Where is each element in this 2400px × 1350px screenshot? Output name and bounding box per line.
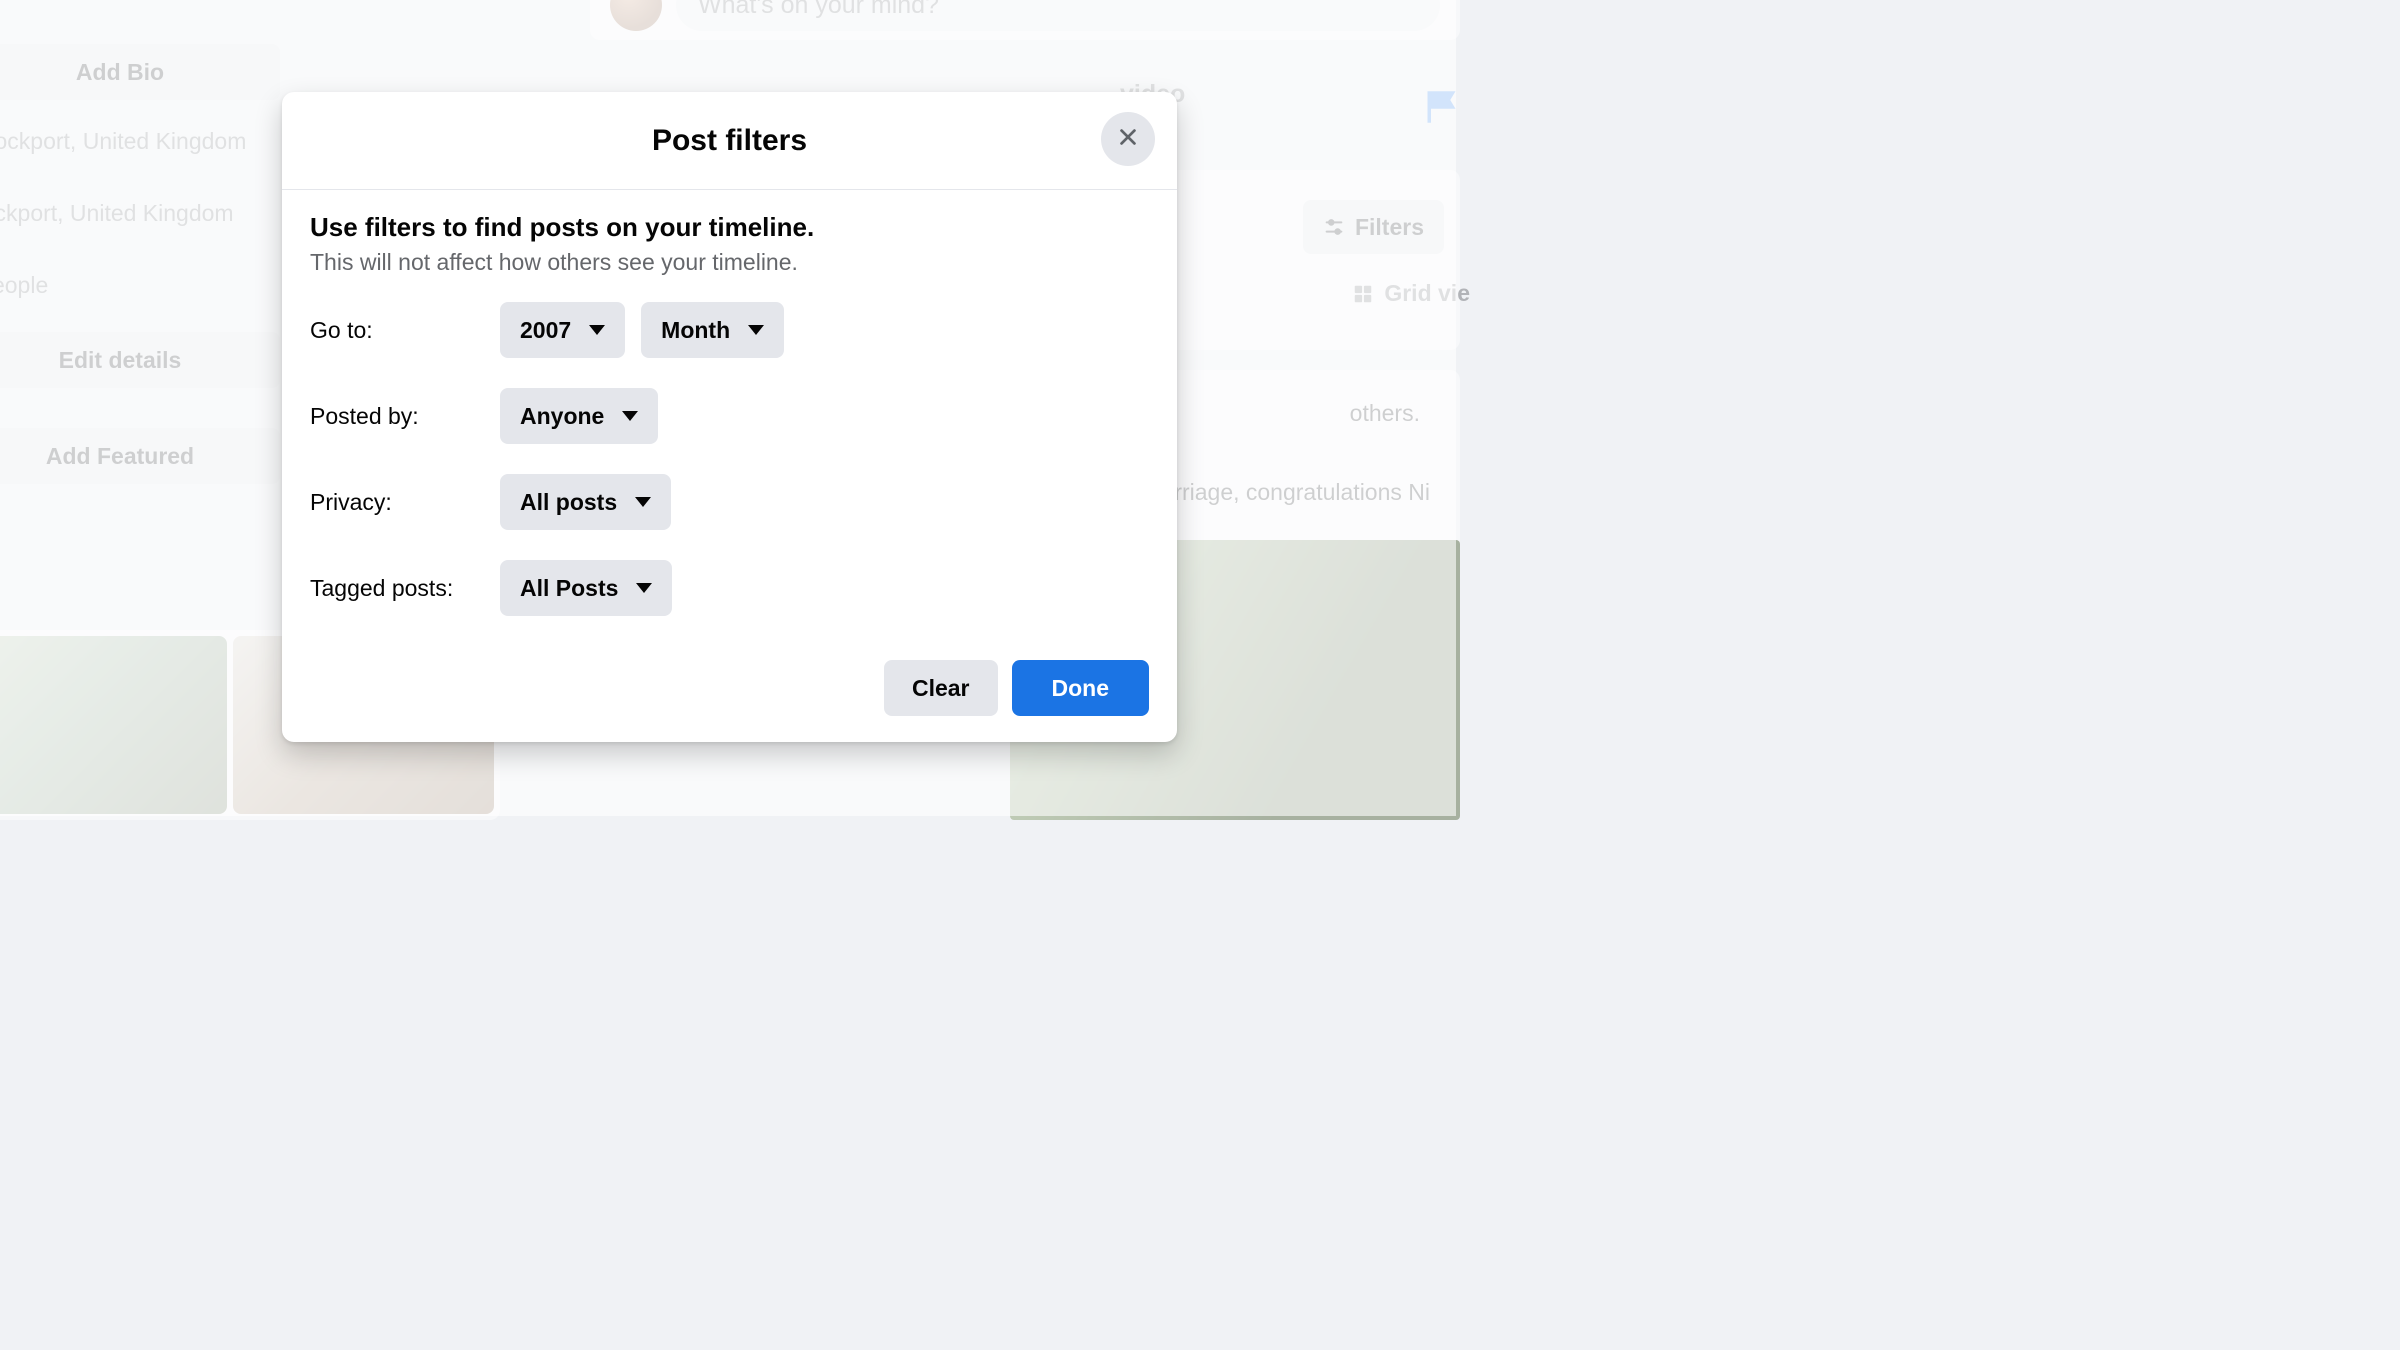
chevron-down-icon: [635, 497, 651, 507]
dropdown-posted-by-value: Anyone: [520, 403, 604, 430]
dropdown-year[interactable]: 2007: [500, 302, 625, 358]
filter-subheading: This will not affect how others see your…: [310, 249, 1149, 276]
label-posted-by: Posted by:: [310, 403, 500, 430]
close-icon: [1117, 126, 1139, 153]
dropdown-year-value: 2007: [520, 317, 571, 344]
modal-body: Use filters to find posts on your timeli…: [282, 190, 1177, 660]
chevron-down-icon: [589, 325, 605, 335]
dropdown-tagged[interactable]: All Posts: [500, 560, 672, 616]
filter-heading: Use filters to find posts on your timeli…: [310, 212, 1149, 243]
modal-title: Post filters: [652, 124, 807, 158]
row-privacy: Privacy: All posts: [310, 474, 1149, 530]
dropdown-posted-by[interactable]: Anyone: [500, 388, 658, 444]
label-go-to: Go to:: [310, 317, 500, 344]
clear-button[interactable]: Clear: [884, 660, 998, 716]
post-filters-modal: Post filters Use filters to find posts o…: [282, 92, 1177, 742]
chevron-down-icon: [748, 325, 764, 335]
label-tagged: Tagged posts:: [310, 575, 500, 602]
row-tagged: Tagged posts: All Posts: [310, 560, 1149, 616]
close-button[interactable]: [1101, 112, 1155, 166]
label-privacy: Privacy:: [310, 489, 500, 516]
dropdown-month-value: Month: [661, 317, 730, 344]
row-posted-by: Posted by: Anyone: [310, 388, 1149, 444]
dropdown-privacy[interactable]: All posts: [500, 474, 671, 530]
chevron-down-icon: [636, 583, 652, 593]
chevron-down-icon: [622, 411, 638, 421]
dropdown-month[interactable]: Month: [641, 302, 784, 358]
modal-footer: Clear Done: [282, 660, 1177, 742]
modal-header: Post filters: [282, 92, 1177, 190]
dropdown-privacy-value: All posts: [520, 489, 617, 516]
done-button[interactable]: Done: [1012, 660, 1150, 716]
dropdown-tagged-value: All Posts: [520, 575, 618, 602]
row-go-to: Go to: 2007 Month: [310, 302, 1149, 358]
